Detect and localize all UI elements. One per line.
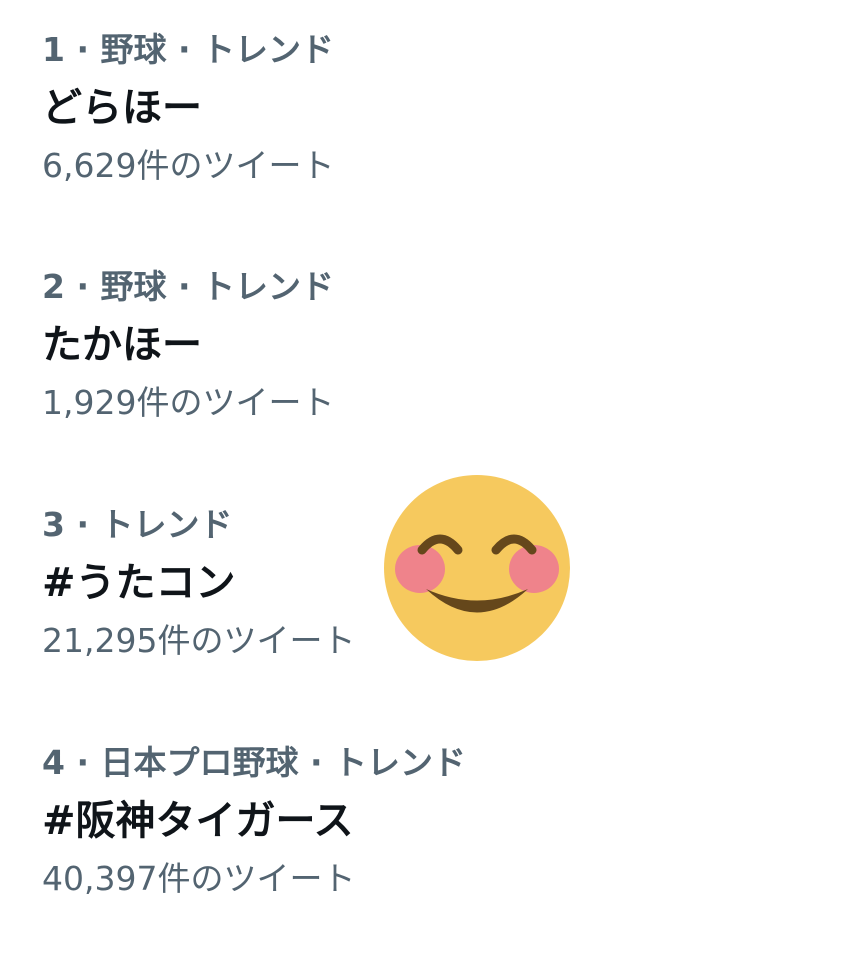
trend-tweet-count: 6,629件のツイート (42, 146, 335, 185)
trend-list: 1 · 野球 · トレンド どらほー 6,629件のツイート 2 · 野球 · … (0, 0, 860, 909)
trend-name[interactable]: どらほー (42, 84, 202, 132)
trend-tweet-count: 21,295件のツイート (42, 621, 356, 660)
trend-item-2[interactable]: 2 · 野球 · トレンド たかほー 1,929件のツイート (0, 259, 860, 479)
trend-name[interactable]: たかほー (42, 321, 202, 369)
trend-item-1[interactable]: 1 · 野球 · トレンド どらほー 6,629件のツイート (0, 22, 860, 242)
trend-name[interactable]: #阪神タイガース (42, 797, 354, 845)
trend-name[interactable]: #うたコン (42, 559, 236, 607)
trend-context: 2 · 野球 · トレンド (42, 267, 334, 306)
trend-context: 1 · 野球 · トレンド (42, 30, 334, 69)
trend-context: 3 · トレンド (42, 505, 233, 544)
trend-context: 4 · 日本プロ野球 · トレンド (42, 743, 466, 782)
trend-tweet-count: 40,397件のツイート (42, 859, 356, 898)
trend-item-4[interactable]: 4 · 日本プロ野球 · トレンド #阪神タイガース 40,397件のツイート (0, 735, 860, 955)
trend-tweet-count: 1,929件のツイート (42, 383, 335, 422)
smiling-face-with-smiling-eyes-icon (383, 474, 571, 662)
